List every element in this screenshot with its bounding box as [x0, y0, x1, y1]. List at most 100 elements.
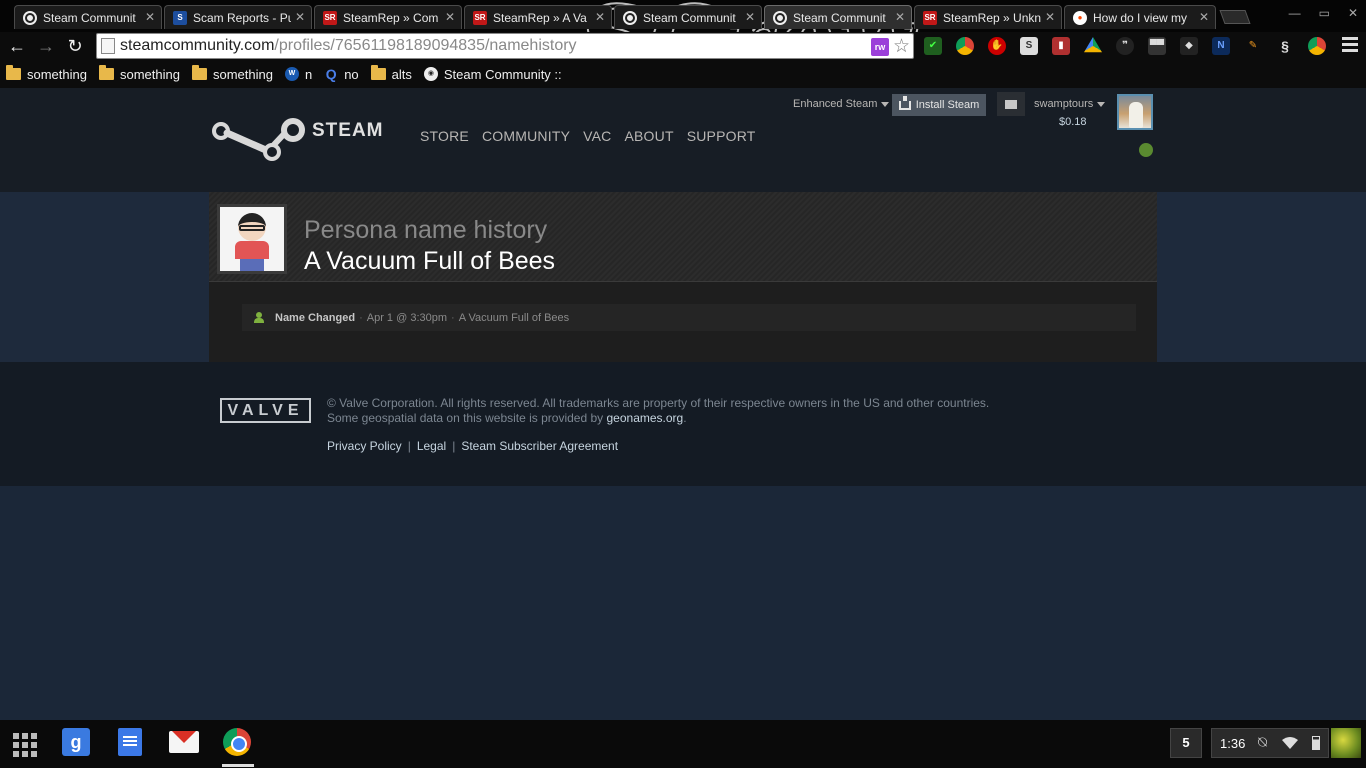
scribble-extension-icon[interactable]: § — [1276, 37, 1294, 55]
browser-tab[interactable]: ● How do I view my ✕ — [1064, 5, 1216, 29]
minimize-icon[interactable]: — — [1289, 6, 1301, 20]
menu-hamburger-icon[interactable] — [1342, 37, 1358, 53]
wallet-balance[interactable]: $0.18 — [1059, 116, 1087, 128]
notification-count-badge[interactable]: 5 — [1170, 728, 1202, 758]
wow-icon: W — [284, 67, 299, 81]
copyright-text: © Valve Corporation. All rights reserved… — [327, 396, 990, 410]
bookmark-star-icon[interactable]: ☆ — [893, 35, 910, 58]
address-bar[interactable]: steamcommunity.com/profiles/765611981890… — [96, 33, 914, 59]
browser-toolbar: ← → ↻ steamcommunity.com/profiles/765611… — [0, 32, 1366, 60]
back-arrow-icon[interactable]: ← — [6, 35, 28, 57]
name-history-panel: Persona name history A Vacuum Full of Be… — [209, 192, 1157, 362]
enhanced-steam-label: Enhanced Steam — [793, 98, 878, 110]
browser-tab[interactable]: SR SteamRep » A Va ✕ — [464, 5, 612, 29]
drive-icon[interactable] — [1084, 37, 1102, 53]
nav-support[interactable]: SUPPORT — [687, 128, 756, 144]
bookmark-label: n — [304, 66, 313, 82]
bookmark-link[interactable]: ◉ Steam Community :: — [423, 67, 562, 82]
url-path: /profiles/76561198189094835/namehistory — [274, 37, 577, 54]
book-extension-icon[interactable]: ▮ — [1052, 37, 1070, 55]
separator: | — [452, 439, 456, 453]
scam-report-icon: S — [173, 10, 187, 25]
user-account-avatar[interactable] — [1331, 728, 1361, 758]
maximize-icon[interactable]: ▭ — [1319, 6, 1330, 20]
chrome-icon[interactable] — [223, 728, 251, 756]
browser-tab[interactable]: SR SteamRep » Com ✕ — [314, 5, 462, 29]
close-icon[interactable]: ✕ — [1045, 10, 1055, 24]
nav-vac[interactable]: VAC — [583, 128, 611, 144]
status-tray[interactable]: 1:36 ⍉ — [1211, 728, 1329, 758]
user-avatar[interactable] — [1117, 94, 1153, 130]
close-window-icon[interactable]: ✕ — [1348, 6, 1358, 20]
wifi-icon — [1282, 737, 1298, 749]
nav-about[interactable]: ABOUT — [624, 128, 673, 144]
bookmark-folder[interactable]: something — [6, 65, 87, 82]
tab-strip: SCrew Steam Communit ✕ S Scam Reports - … — [0, 0, 1366, 32]
bookmark-link[interactable]: Qno — [324, 67, 359, 82]
browser-tab[interactable]: Steam Communit ✕ — [14, 5, 162, 29]
close-icon[interactable]: ✕ — [295, 10, 305, 24]
enhanced-steam-menu[interactable]: Enhanced Steam — [793, 98, 890, 110]
separator: · — [451, 311, 455, 324]
gmail-icon[interactable] — [169, 731, 199, 753]
privacy-policy-link[interactable]: Privacy Policy — [327, 439, 402, 453]
browser-tab-active[interactable]: Steam Communit ✕ — [764, 5, 912, 29]
close-icon[interactable]: ✕ — [445, 10, 455, 24]
bookmark-folder[interactable]: alts — [370, 65, 412, 82]
s-extension-icon[interactable]: S — [1020, 37, 1038, 55]
pen-extension-icon[interactable]: ✎ — [1244, 37, 1262, 55]
tab-title: Steam Communit — [793, 10, 886, 25]
valve-logo[interactable]: VALVE — [220, 398, 311, 423]
steam-icon: ◉ — [423, 67, 438, 81]
glasses-extension-icon[interactable]: ▀▀ — [1148, 37, 1166, 55]
adblock-icon[interactable]: ✋ — [988, 37, 1006, 55]
close-icon[interactable]: ✕ — [745, 10, 755, 24]
extension-puzzle-icon[interactable]: rw — [871, 38, 889, 56]
google-search-icon[interactable]: g — [62, 728, 90, 756]
bookmark-folder[interactable]: something — [98, 65, 180, 82]
tab-title: SteamRep » Unkn — [943, 10, 1041, 25]
profile-avatar[interactable] — [217, 204, 287, 274]
browser-tab[interactable]: Steam Communit ✕ — [614, 5, 762, 29]
steam-icon — [773, 10, 787, 25]
close-icon[interactable]: ✕ — [595, 10, 605, 24]
steam-header: STEAM STORE COMMUNITY VAC ABOUT SUPPORT … — [0, 88, 1366, 192]
persona-name-link[interactable]: A Vacuum Full of Bees — [304, 247, 555, 276]
browser-tab[interactable]: SR SteamRep » Unkn ✕ — [914, 5, 1062, 29]
app-launcher-icon[interactable] — [11, 731, 37, 757]
google-docs-icon[interactable] — [118, 728, 142, 756]
footer-links: Privacy Policy | Legal | Steam Subscriber Ag… — [327, 439, 618, 453]
geospatial-text: Some geospatial data on this website is … — [327, 411, 989, 426]
page-icon — [101, 38, 115, 54]
geonames-link[interactable]: geonames.org — [607, 411, 684, 425]
bookmark-label: alts — [391, 66, 412, 82]
hangouts-icon[interactable]: ❞ — [1116, 37, 1134, 55]
avatar-glasses — [239, 225, 265, 231]
steam-extension-icon[interactable]: ◆ — [1180, 37, 1198, 55]
tab-title: SteamRep » A Va — [493, 10, 587, 25]
username-label: swamptours — [1034, 98, 1094, 110]
close-icon[interactable]: ✕ — [145, 10, 155, 24]
notifications-button[interactable] — [997, 92, 1025, 116]
envelope-icon — [1005, 99, 1017, 109]
browser-tab[interactable]: S Scam Reports - Pu ✕ — [164, 5, 312, 29]
nav-community[interactable]: COMMUNITY — [482, 128, 570, 144]
bookmark-folder[interactable]: something — [191, 65, 273, 82]
subscriber-agreement-link[interactable]: Steam Subscriber Agreement — [461, 439, 618, 453]
bookmark-link[interactable]: Wn — [284, 66, 313, 82]
install-steam-button[interactable]: Install Steam — [892, 94, 986, 116]
reload-icon[interactable]: ↻ — [64, 35, 86, 57]
battery-icon — [1312, 736, 1320, 750]
close-icon[interactable]: ✕ — [1199, 10, 1209, 24]
news-extension-icon[interactable]: N — [1212, 37, 1230, 55]
window-controls: — ▭ ✕ — [1289, 6, 1358, 20]
close-icon[interactable]: ✕ — [895, 10, 905, 24]
forward-arrow-icon[interactable]: → — [35, 35, 57, 57]
nav-store[interactable]: STORE — [420, 128, 469, 144]
chrome-extension-icon[interactable] — [956, 37, 974, 55]
chrome-canary-icon[interactable] — [1308, 37, 1326, 55]
check-extension-icon[interactable]: ✔ — [924, 37, 942, 55]
account-menu[interactable]: swamptours — [1034, 98, 1106, 110]
legal-link[interactable]: Legal — [417, 439, 446, 453]
new-tab-button[interactable] — [1219, 10, 1251, 24]
